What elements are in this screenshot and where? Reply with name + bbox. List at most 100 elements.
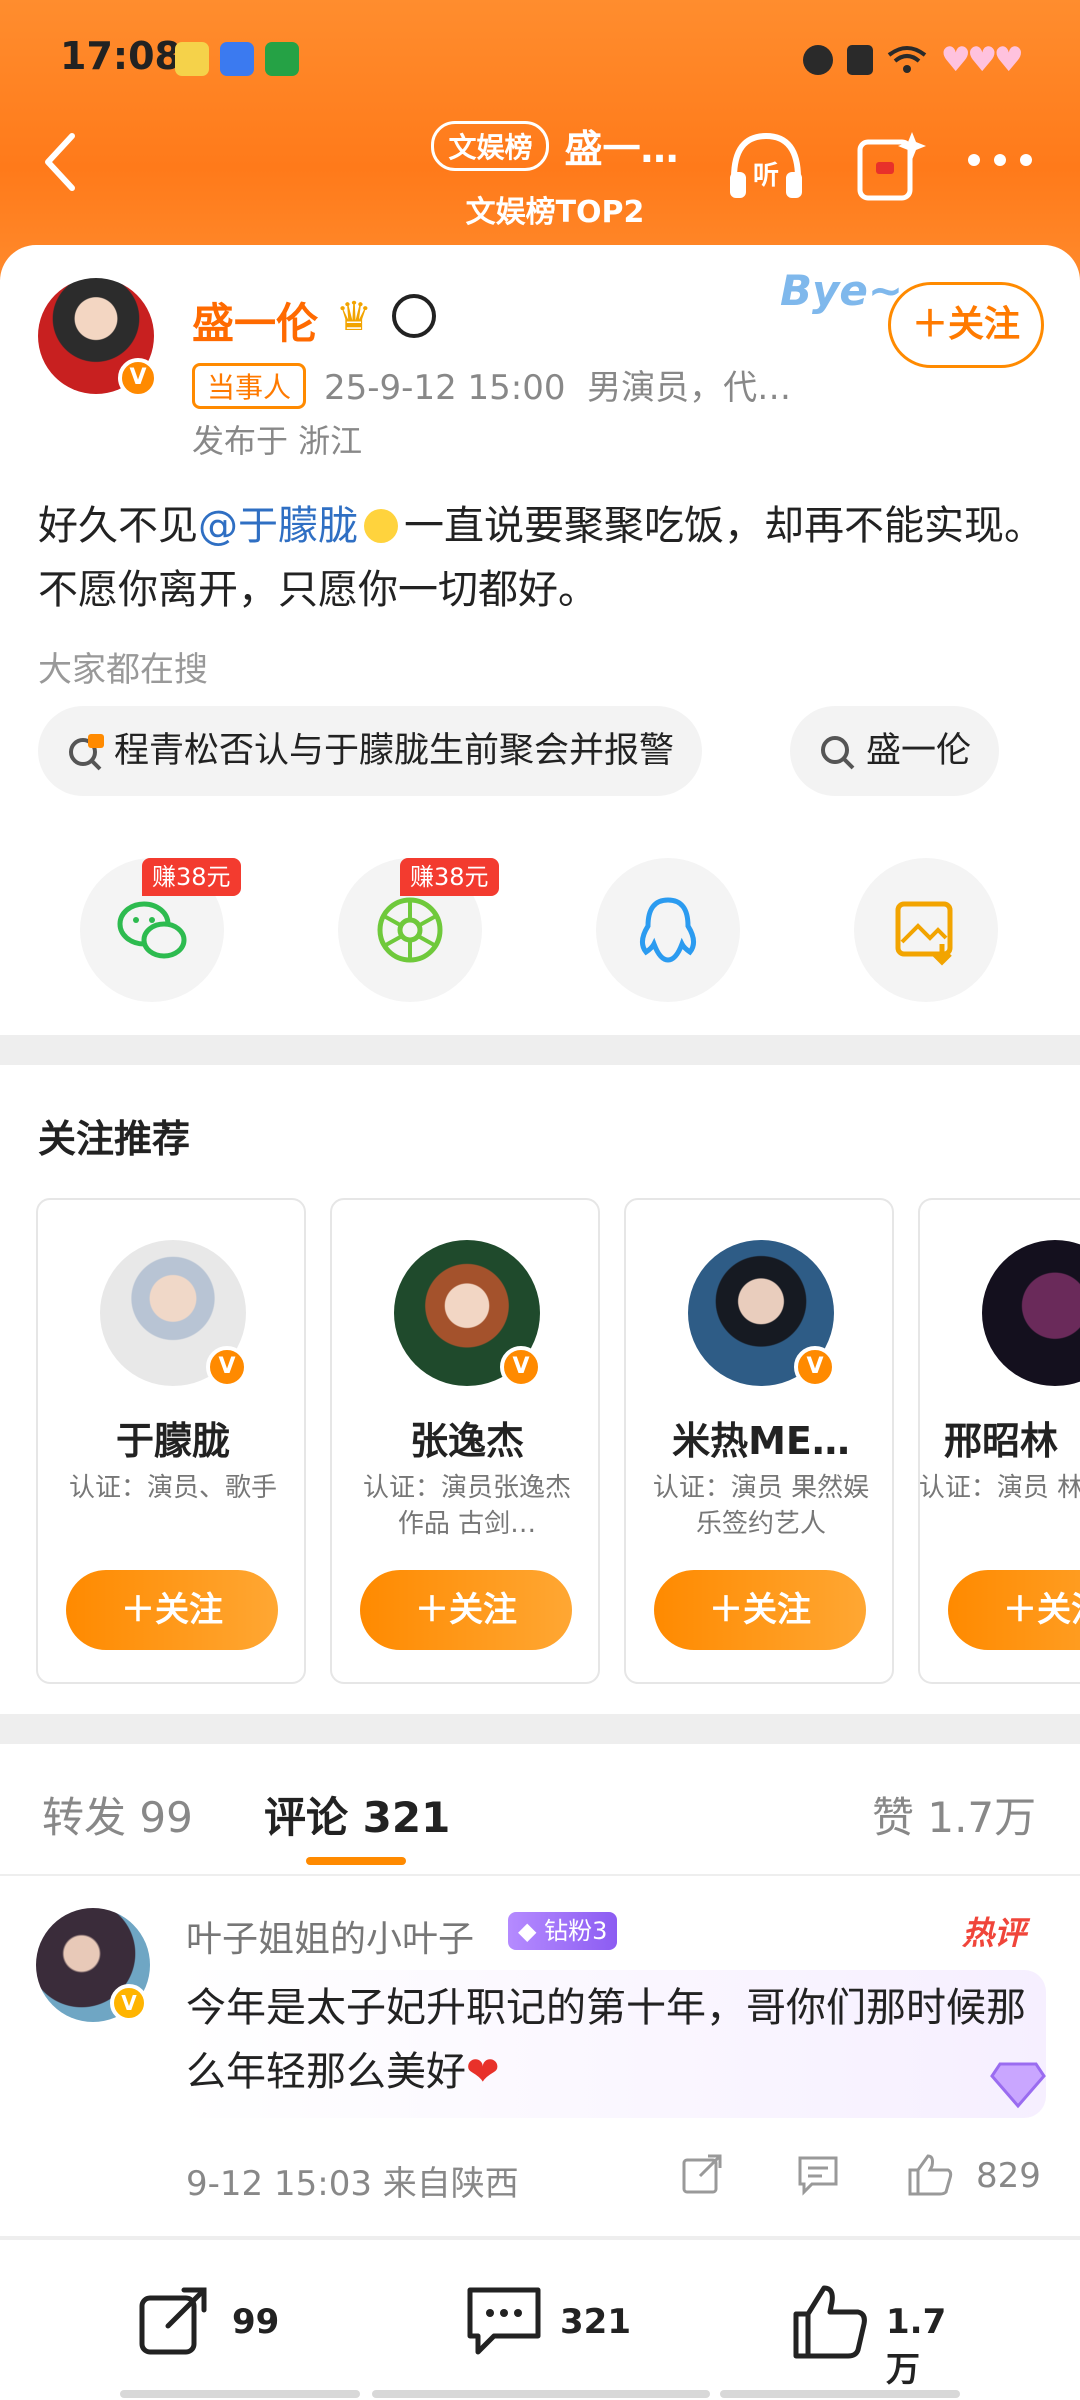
like-count: 1.7万 (886, 2302, 947, 2390)
earn-badge: 赚38元 (142, 858, 241, 896)
save-image-button[interactable] (854, 858, 998, 1002)
hot-comment-tag: 热评 (962, 1914, 1027, 1952)
verified-badge-icon: V (110, 1984, 148, 2022)
share-qq-button[interactable] (596, 858, 740, 1002)
comment-meta: 9-12 15:03 来自陕西 (186, 2164, 519, 2204)
recommend-name: 邢昭林 (943, 1419, 1058, 1463)
listen-headphone-icon[interactable]: 听 (724, 128, 808, 204)
back-arrow-icon[interactable] (36, 130, 90, 194)
share-icon[interactable] (680, 2152, 724, 2196)
comment-username[interactable]: 叶子姐姐的小叶子 (186, 1910, 474, 1962)
alarm-icon (802, 45, 833, 75)
save-image-icon (895, 901, 953, 966)
bottom-action-bar: 99 321 1.7万 (0, 2238, 1080, 2400)
fan-level-text: 钻粉3 (544, 1917, 608, 1945)
active-tab-indicator (306, 1857, 406, 1865)
repost-button[interactable]: 99 (136, 2282, 296, 2362)
follow-button[interactable]: ＋关注 (888, 282, 1044, 368)
role-tag: 当事人 (192, 363, 307, 409)
recommend-card[interactable]: V 米热ME… 认证：演员 果然娱乐签约艺人 ＋关注 (624, 1198, 894, 1684)
reply-icon[interactable] (796, 2152, 840, 2196)
hot-search-icon (69, 734, 104, 771)
post-text-start: 好久不见 (38, 503, 198, 549)
fan-level-badge: ◆ 钻粉3 (508, 1912, 618, 1950)
wechat-icon (117, 901, 187, 959)
red-packet-icon[interactable] (854, 128, 926, 204)
repost-count: 99 (232, 2302, 280, 2342)
status-icons: ♥♥♥ (802, 40, 1024, 80)
crown-icon: ♛ (336, 294, 372, 340)
ranking-subtitle[interactable]: 文娱榜TOP2 (405, 187, 705, 231)
post-text: 好久不见@于朦胧 一直说要聚聚吃饭，却再不能实现。不愿你离开，只愿你一切都好。 (38, 494, 1048, 622)
author-avatar[interactable]: V (38, 278, 158, 398)
section-divider (0, 1714, 1080, 1744)
search-section-label: 大家都在搜 (38, 650, 208, 690)
recommend-card[interactable]: V 于朦胧 认证：演员、歌手 ＋关注 (36, 1198, 306, 1684)
status-bar: 17:08 ♥♥♥ (0, 30, 1080, 90)
hot-search-text: 程青松否认与于朦胧生前聚会并报警 (114, 731, 675, 771)
section-divider (0, 1035, 1080, 1065)
notification-icon (846, 45, 873, 75)
tabs-divider (0, 1874, 1080, 1876)
nav-title: 盛一… (564, 127, 679, 171)
news-app-icon (265, 42, 299, 76)
nav-bar: 文娱榜 盛一… 文娱榜TOP2 听 (0, 110, 1080, 230)
author-name[interactable]: 盛一伦 (192, 290, 318, 351)
home-indicator (720, 2390, 960, 2398)
comment-icon (467, 2287, 541, 2355)
recommend-follow-button[interactable]: ＋关注 (948, 1570, 1080, 1650)
comment-button[interactable]: 321 (464, 2282, 644, 2362)
comment-count: 321 (560, 2302, 631, 2342)
verified-badge-icon: V (206, 1346, 248, 1388)
search-chip-text: 盛一伦 (866, 731, 972, 771)
recommend-name: 米热ME… (672, 1419, 850, 1463)
home-indicator (372, 2390, 710, 2398)
top-header: 17:08 ♥♥♥ 文娱榜 盛一… 文娱榜TOP2 听 (0, 0, 1080, 280)
comment-text: 今年是太子妃升职记的第十年，哥你们那时候那么年轻那么美好❤ (186, 1976, 1026, 2104)
battery-hearts-icon: ♥♥♥ (940, 40, 1024, 80)
status-time: 17:08 (60, 34, 181, 78)
wifi-icon (887, 46, 926, 73)
home-indicator (120, 2390, 360, 2398)
verified-badge-icon: V (118, 358, 158, 398)
recommend-name: 张逸杰 (409, 1419, 524, 1463)
comment-text-body: 今年是太子妃升职记的第十年，哥你们那时候那么年轻那么美好 (186, 1985, 1026, 2095)
repost-icon (139, 2287, 207, 2355)
svg-text:听: 听 (753, 161, 779, 191)
more-options-icon[interactable] (964, 150, 1036, 170)
like-button[interactable]: 1.7万 (790, 2282, 980, 2390)
recommend-card[interactable]: V 张逸杰 认证：演员张逸杰 作品 古剑… ＋关注 (330, 1198, 600, 1684)
recommend-card[interactable]: 邢昭林 认证：演员 林 ＋关注 (918, 1198, 1080, 1684)
search-chip[interactable]: 盛一伦 (790, 706, 1000, 796)
tab-comments[interactable]: 评论 321 (264, 1784, 450, 1845)
recommend-follow-button[interactable]: ＋关注 (66, 1570, 278, 1650)
search-icon (821, 736, 855, 770)
author-desc: 男演员，代… (587, 368, 792, 408)
tab-likes[interactable]: 赞 1.7万 (872, 1784, 1036, 1845)
recommend-desc: 认证：演员张逸杰 作品 古剑… (362, 1473, 571, 1539)
bye-sticker: Bye~ (780, 266, 904, 315)
verified-badge-icon: V (794, 1346, 836, 1388)
recommend-name: 于朦胧 (115, 1419, 230, 1463)
post-datetime: 25-9-12 15:00 (324, 368, 566, 408)
baidu-app-icon (220, 42, 254, 76)
recommend-title: 关注推荐 (38, 1117, 191, 1161)
recommend-follow-button[interactable]: ＋关注 (654, 1570, 866, 1650)
like-icon[interactable] (906, 2152, 956, 2196)
comment-like-count: 829 (976, 2156, 1041, 2196)
panda-icon (392, 294, 436, 338)
ranking-tag: 文娱榜 (431, 120, 550, 171)
heart-icon: ❤ (466, 2049, 500, 2095)
recommend-desc: 认证：演员 林 (918, 1473, 1080, 1503)
tab-repost[interactable]: 转发 99 (42, 1784, 193, 1845)
nav-title-block: 文娱榜 盛一… 文娱榜TOP2 (405, 118, 705, 231)
qq-icon (640, 897, 696, 963)
avatar (982, 1240, 1080, 1386)
recommend-desc: 认证：演员、歌手 (68, 1473, 277, 1503)
mention-link[interactable]: @于朦胧 (198, 503, 358, 549)
diamond-icon (990, 2062, 1046, 2109)
recommend-follow-button[interactable]: ＋关注 (360, 1570, 572, 1650)
hot-search-chip[interactable]: 程青松否认与于朦胧生前聚会并报警 (38, 706, 703, 796)
recommend-desc: 认证：演员 果然娱乐签约艺人 (652, 1473, 870, 1539)
weibo-app-icon (175, 42, 209, 76)
